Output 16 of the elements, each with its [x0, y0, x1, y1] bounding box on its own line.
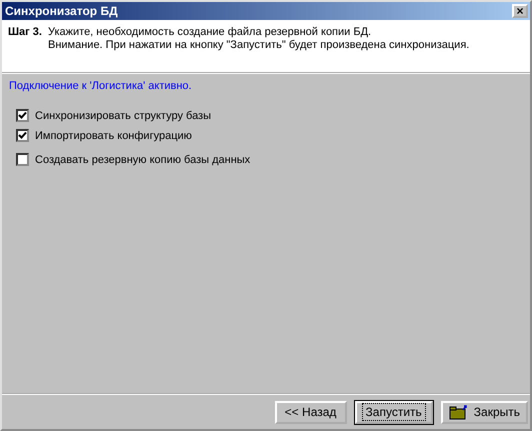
checkbox[interactable]: [16, 109, 29, 122]
instruction-text: Внимание. При нажатии на кнопку "Запустить" будет произведена синхронизация.: [48, 39, 470, 51]
dialog-button[interactable]: Запустить: [354, 400, 433, 424]
checkbox-label[interactable]: Создавать резервную копию базы данных: [35, 154, 250, 166]
dialog-button[interactable]: << Назад: [274, 400, 347, 424]
folder-icon: [448, 404, 469, 420]
step-label: Шаг 3.: [8, 26, 42, 40]
checkbox[interactable]: [16, 153, 29, 166]
window-title: Синхронизатор БД: [5, 4, 118, 18]
checkbox[interactable]: [16, 129, 29, 142]
instruction-text: Укажите, необходимость создание файла резервной копии БД.: [48, 26, 372, 38]
close-button[interactable]: ×: [512, 4, 528, 18]
dialog-button[interactable]: Закрыть: [440, 400, 528, 424]
checkbox-label[interactable]: Синхронизировать структуру базы: [35, 110, 212, 122]
connection-status: Подключение к 'Логистика' активно.: [8, 79, 193, 94]
checkbox-label[interactable]: Импортировать конфигурацию: [35, 130, 192, 142]
